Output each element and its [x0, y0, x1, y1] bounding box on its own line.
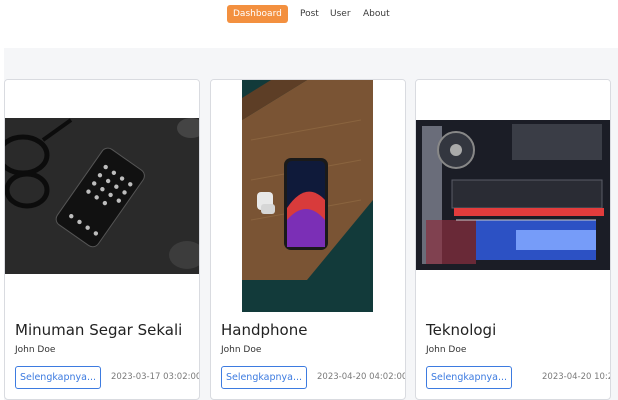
- nav-item-dashboard[interactable]: Dashboard: [227, 5, 288, 23]
- post-image-phone-table[interactable]: [211, 80, 405, 312]
- post-card: Teknologi John Doe Selengkapnya... 2023-…: [415, 79, 611, 400]
- top-nav: Dashboard Post User About: [0, 5, 618, 25]
- nav-item-post[interactable]: Post: [300, 5, 319, 23]
- post-date: 2023-04-20 04:02:00: [317, 372, 406, 382]
- post-date: 2023-03-17 03:02:00: [111, 372, 200, 382]
- nav-item-user[interactable]: User: [330, 5, 351, 23]
- post-author: John Doe: [15, 345, 56, 355]
- post-author: John Doe: [221, 345, 262, 355]
- post-title: Minuman Segar Sekali: [15, 321, 183, 339]
- read-more-button[interactable]: Selengkapnya...: [221, 366, 307, 389]
- read-more-button[interactable]: Selengkapnya...: [426, 366, 512, 389]
- post-author: John Doe: [426, 345, 467, 355]
- main-content: Minuman Segar Sekali John Doe Selengkapn…: [4, 48, 618, 400]
- post-date: 2023-04-20 10:25:00: [542, 372, 610, 382]
- post-image-pc-interior[interactable]: [416, 80, 610, 312]
- read-more-button[interactable]: Selengkapnya...: [15, 366, 101, 389]
- post-card: Minuman Segar Sekali John Doe Selengkapn…: [4, 79, 200, 400]
- post-card: Handphone John Doe Selengkapnya... 2023-…: [210, 79, 406, 400]
- post-title: Teknologi: [426, 321, 497, 339]
- post-image-smartphone-desk[interactable]: [5, 80, 199, 312]
- nav-item-about[interactable]: About: [363, 5, 390, 23]
- post-title: Handphone: [221, 321, 308, 339]
